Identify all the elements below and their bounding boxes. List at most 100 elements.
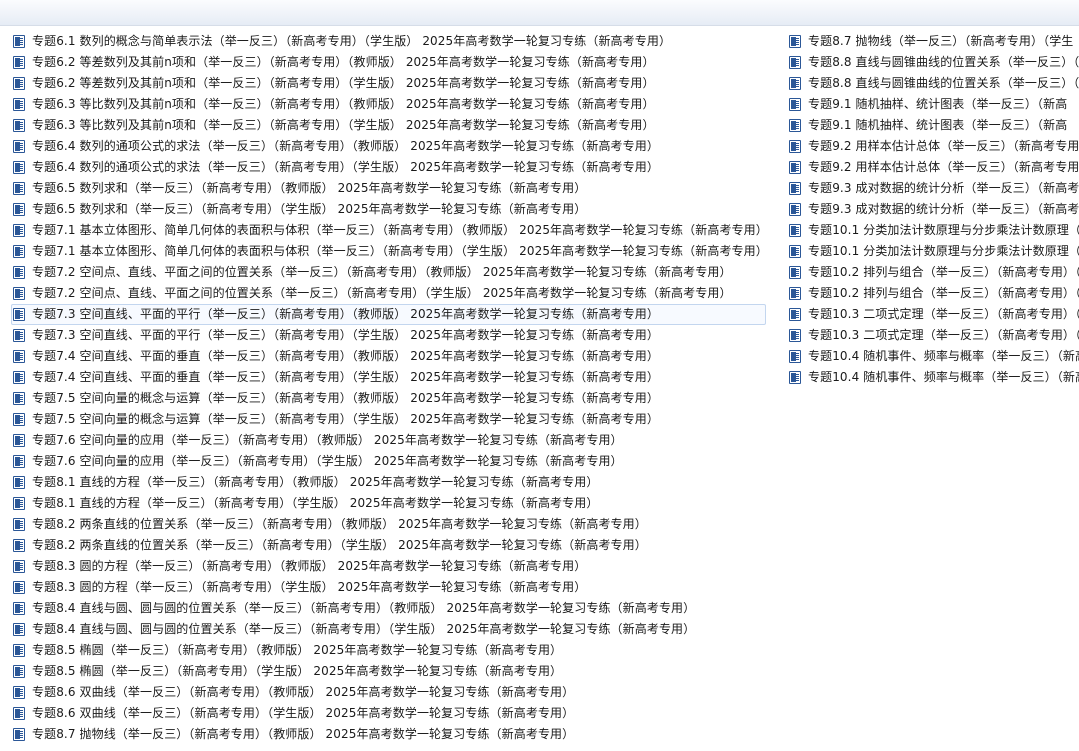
file-name: 专题6.5 数列求和（举一反三）（新高考专用）（教师版） 2025年高考数学一轮… bbox=[32, 181, 587, 195]
file-item[interactable]: 专题9.2 用样本估计总体（举一反三）（新高考专用 bbox=[787, 157, 1079, 178]
file-item[interactable]: 专题6.3 等比数列及其前n项和（举一反三）（新高考专用）（学生版） 2025年… bbox=[11, 115, 766, 136]
file-name: 专题10.3 二项式定理（举一反三）（新高考专用）（ bbox=[808, 307, 1079, 321]
explorer-toolbar bbox=[0, 0, 1079, 26]
file-name: 专题7.5 空间向量的概念与运算（举一反三）（新高考专用）（教师版） 2025年… bbox=[32, 391, 659, 405]
file-item[interactable]: 专题6.2 等差数列及其前n项和（举一反三）（新高考专用）（学生版） 2025年… bbox=[11, 73, 766, 94]
file-item[interactable]: 专题8.6 双曲线（举一反三）（新高考专用）（学生版） 2025年高考数学一轮复… bbox=[11, 703, 766, 724]
word-document-icon bbox=[789, 224, 801, 237]
file-name: 专题6.3 等比数列及其前n项和（举一反三）（新高考专用）（学生版） 2025年… bbox=[32, 118, 655, 132]
word-document-icon bbox=[13, 581, 25, 594]
file-item[interactable]: 专题9.1 随机抽样、统计图表（举一反三）（新高 bbox=[787, 94, 1079, 115]
file-item[interactable]: 专题7.2 空间点、直线、平面之间的位置关系（举一反三）（新高考专用）（教师版）… bbox=[11, 262, 766, 283]
file-item[interactable]: 专题6.4 数列的通项公式的求法（举一反三）（新高考专用）（教师版） 2025年… bbox=[11, 136, 766, 157]
word-document-icon bbox=[13, 329, 25, 342]
word-document-icon bbox=[789, 77, 801, 90]
file-item[interactable]: 专题7.5 空间向量的概念与运算（举一反三）（新高考专用）（教师版） 2025年… bbox=[11, 388, 766, 409]
file-item[interactable]: 专题8.6 双曲线（举一反三）（新高考专用）（教师版） 2025年高考数学一轮复… bbox=[11, 682, 766, 703]
word-document-icon bbox=[13, 665, 25, 678]
file-item[interactable]: 专题7.1 基本立体图形、简单几何体的表面积与体积（举一反三）（新高考专用）（教… bbox=[11, 220, 766, 241]
word-document-icon bbox=[13, 560, 25, 573]
word-document-icon bbox=[13, 476, 25, 489]
file-item[interactable]: 专题7.3 空间直线、平面的平行（举一反三）（新高考专用）（教师版） 2025年… bbox=[11, 304, 766, 325]
file-item[interactable]: 专题6.5 数列求和（举一反三）（新高考专用）（学生版） 2025年高考数学一轮… bbox=[11, 199, 766, 220]
file-item[interactable]: 专题8.5 椭圆（举一反三）（新高考专用）（学生版） 2025年高考数学一轮复习… bbox=[11, 661, 766, 682]
file-item[interactable]: 专题8.7 抛物线（举一反三）（新高考专用）（教师版） 2025年高考数学一轮复… bbox=[11, 724, 766, 745]
word-document-icon bbox=[13, 56, 25, 69]
file-item[interactable]: 专题6.2 等差数列及其前n项和（举一反三）（新高考专用）（教师版） 2025年… bbox=[11, 52, 766, 73]
file-name: 专题8.7 抛物线（举一反三）（新高考专用）（学生 bbox=[808, 34, 1074, 48]
file-item[interactable]: 专题10.4 随机事件、频率与概率（举一反三）（新高 bbox=[787, 367, 1079, 388]
word-document-icon bbox=[13, 728, 25, 741]
word-document-icon bbox=[789, 56, 801, 69]
file-item[interactable]: 专题10.3 二项式定理（举一反三）（新高考专用）（ bbox=[787, 304, 1079, 325]
file-item[interactable]: 专题9.1 随机抽样、统计图表（举一反三）（新高 bbox=[787, 115, 1079, 136]
word-document-icon bbox=[13, 98, 25, 111]
file-item[interactable]: 专题6.1 数列的概念与简单表示法（举一反三）（新高考专用）（学生版） 2025… bbox=[11, 31, 766, 52]
file-name: 专题7.3 空间直线、平面的平行（举一反三）（新高考专用）（学生版） 2025年… bbox=[32, 328, 659, 342]
file-item[interactable]: 专题7.4 空间直线、平面的垂直（举一反三）（新高考专用）（学生版） 2025年… bbox=[11, 367, 766, 388]
file-item[interactable]: 专题10.2 排列与组合（举一反三）（新高考专用）（ bbox=[787, 262, 1079, 283]
file-item[interactable]: 专题9.2 用样本估计总体（举一反三）（新高考专用 bbox=[787, 136, 1079, 157]
file-name: 专题6.2 等差数列及其前n项和（举一反三）（新高考专用）（学生版） 2025年… bbox=[32, 76, 655, 90]
file-item[interactable]: 专题8.4 直线与圆、圆与圆的位置关系（举一反三）（新高考专用）（教师版） 20… bbox=[11, 598, 766, 619]
file-item[interactable]: 专题6.4 数列的通项公式的求法（举一反三）（新高考专用）（学生版） 2025年… bbox=[11, 157, 766, 178]
file-name: 专题10.2 排列与组合（举一反三）（新高考专用）（ bbox=[808, 286, 1079, 300]
file-item[interactable]: 专题7.5 空间向量的概念与运算（举一反三）（新高考专用）（学生版） 2025年… bbox=[11, 409, 766, 430]
file-item[interactable]: 专题7.1 基本立体图形、简单几何体的表面积与体积（举一反三）（新高考专用）（学… bbox=[11, 241, 766, 262]
word-document-icon bbox=[789, 140, 801, 153]
file-name: 专题7.4 空间直线、平面的垂直（举一反三）（新高考专用）（教师版） 2025年… bbox=[32, 349, 659, 363]
file-item[interactable]: 专题10.1 分类加法计数原理与分步乘法计数原理（举 bbox=[787, 220, 1079, 241]
file-name: 专题9.3 成对数据的统计分析（举一反三）（新高考 bbox=[808, 202, 1079, 216]
file-item[interactable]: 专题6.5 数列求和（举一反三）（新高考专用）（教师版） 2025年高考数学一轮… bbox=[11, 178, 766, 199]
file-name: 专题6.1 数列的概念与简单表示法（举一反三）（新高考专用）（学生版） 2025… bbox=[32, 34, 672, 48]
file-name: 专题9.1 随机抽样、统计图表（举一反三）（新高 bbox=[808, 118, 1068, 132]
file-item[interactable]: 专题10.3 二项式定理（举一反三）（新高考专用）（ bbox=[787, 325, 1079, 346]
word-document-icon bbox=[13, 182, 25, 195]
file-item[interactable]: 专题9.3 成对数据的统计分析（举一反三）（新高考 bbox=[787, 199, 1079, 220]
file-item[interactable]: 专题8.3 圆的方程（举一反三）（新高考专用）（教师版） 2025年高考数学一轮… bbox=[11, 556, 766, 577]
file-item[interactable]: 专题7.4 空间直线、平面的垂直（举一反三）（新高考专用）（教师版） 2025年… bbox=[11, 346, 766, 367]
file-name: 专题7.6 空间向量的应用（举一反三）（新高考专用）（教师版） 2025年高考数… bbox=[32, 433, 623, 447]
file-item[interactable]: 专题10.2 排列与组合（举一反三）（新高考专用）（ bbox=[787, 283, 1079, 304]
word-document-icon bbox=[13, 455, 25, 468]
word-document-icon bbox=[789, 203, 801, 216]
file-name: 专题8.2 两条直线的位置关系（举一反三）（新高考专用）（教师版） 2025年高… bbox=[32, 517, 647, 531]
word-document-icon bbox=[13, 707, 25, 720]
file-name: 专题8.7 抛物线（举一反三）（新高考专用）（教师版） 2025年高考数学一轮复… bbox=[32, 727, 575, 741]
file-item[interactable]: 专题8.1 直线的方程（举一反三）（新高考专用）（教师版） 2025年高考数学一… bbox=[11, 472, 766, 493]
word-document-icon bbox=[13, 413, 25, 426]
file-name: 专题8.5 椭圆（举一反三）（新高考专用）（教师版） 2025年高考数学一轮复习… bbox=[32, 643, 563, 657]
file-item[interactable]: 专题8.5 椭圆（举一反三）（新高考专用）（教师版） 2025年高考数学一轮复习… bbox=[11, 640, 766, 661]
word-document-icon bbox=[789, 350, 801, 363]
word-document-icon bbox=[13, 371, 25, 384]
file-item[interactable]: 专题8.7 抛物线（举一反三）（新高考专用）（学生 bbox=[787, 31, 1079, 52]
file-item[interactable]: 专题8.4 直线与圆、圆与圆的位置关系（举一反三）（新高考专用）（学生版） 20… bbox=[11, 619, 766, 640]
file-item[interactable]: 专题9.3 成对数据的统计分析（举一反三）（新高考 bbox=[787, 178, 1079, 199]
file-name: 专题10.4 随机事件、频率与概率（举一反三）（新高 bbox=[808, 349, 1079, 363]
file-item[interactable]: 专题8.2 两条直线的位置关系（举一反三）（新高考专用）（教师版） 2025年高… bbox=[11, 514, 766, 535]
file-name: 专题7.3 空间直线、平面的平行（举一反三）（新高考专用）（教师版） 2025年… bbox=[32, 307, 659, 321]
file-name: 专题8.4 直线与圆、圆与圆的位置关系（举一反三）（新高考专用）（教师版） 20… bbox=[32, 601, 696, 615]
file-item[interactable]: 专题8.3 圆的方程（举一反三）（新高考专用）（学生版） 2025年高考数学一轮… bbox=[11, 577, 766, 598]
file-item[interactable]: 专题8.1 直线的方程（举一反三）（新高考专用）（学生版） 2025年高考数学一… bbox=[11, 493, 766, 514]
word-document-icon bbox=[13, 140, 25, 153]
file-name: 专题10.1 分类加法计数原理与分步乘法计数原理（举 bbox=[808, 244, 1079, 258]
file-item[interactable]: 专题6.3 等比数列及其前n项和（举一反三）（新高考专用）（教师版） 2025年… bbox=[11, 94, 766, 115]
file-item[interactable]: 专题10.1 分类加法计数原理与分步乘法计数原理（举 bbox=[787, 241, 1079, 262]
file-name: 专题8.1 直线的方程（举一反三）（新高考专用）（教师版） 2025年高考数学一… bbox=[32, 475, 599, 489]
file-item[interactable]: 专题10.4 随机事件、频率与概率（举一反三）（新高 bbox=[787, 346, 1079, 367]
file-item[interactable]: 专题7.6 空间向量的应用（举一反三）（新高考专用）（学生版） 2025年高考数… bbox=[11, 451, 766, 472]
file-item[interactable]: 专题8.8 直线与圆锥曲线的位置关系（举一反三）（ bbox=[787, 52, 1079, 73]
file-name: 专题7.1 基本立体图形、简单几何体的表面积与体积（举一反三）（新高考专用）（学… bbox=[32, 244, 766, 258]
file-item[interactable]: 专题7.6 空间向量的应用（举一反三）（新高考专用）（教师版） 2025年高考数… bbox=[11, 430, 766, 451]
file-item[interactable]: 专题8.2 两条直线的位置关系（举一反三）（新高考专用）（学生版） 2025年高… bbox=[11, 535, 766, 556]
file-name: 专题8.3 圆的方程（举一反三）（新高考专用）（教师版） 2025年高考数学一轮… bbox=[32, 559, 587, 573]
file-item[interactable]: 专题8.8 直线与圆锥曲线的位置关系（举一反三）（ bbox=[787, 73, 1079, 94]
word-document-icon bbox=[13, 77, 25, 90]
word-document-icon bbox=[13, 602, 25, 615]
word-document-icon bbox=[13, 686, 25, 699]
file-name: 专题8.8 直线与圆锥曲线的位置关系（举一反三）（ bbox=[808, 55, 1079, 69]
word-document-icon bbox=[789, 287, 801, 300]
file-item[interactable]: 专题7.3 空间直线、平面的平行（举一反三）（新高考专用）（学生版） 2025年… bbox=[11, 325, 766, 346]
file-item[interactable]: 专题7.2 空间点、直线、平面之间的位置关系（举一反三）（新高考专用）（学生版）… bbox=[11, 283, 766, 304]
